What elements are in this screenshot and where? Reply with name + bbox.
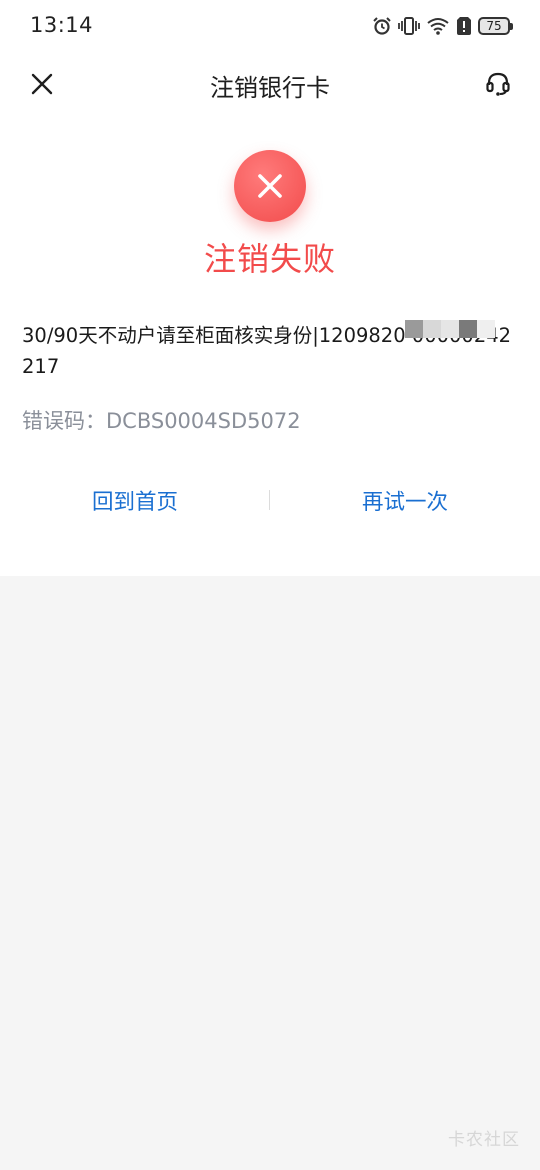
retry-button[interactable]: 再试一次	[270, 478, 540, 522]
customer-service-button[interactable]	[482, 68, 514, 100]
wifi-icon	[427, 18, 449, 35]
header: 注销银行卡	[0, 56, 540, 112]
back-home-button[interactable]: 回到首页	[0, 478, 270, 522]
alarm-icon	[373, 17, 391, 35]
watermark: 卡农社区	[448, 1130, 520, 1150]
page-title: 注销银行卡	[210, 74, 330, 102]
status-icons: 75	[372, 14, 513, 38]
error-code: 错误码：DCBS0004SD5072	[22, 409, 301, 433]
result-title: 注销失败	[203, 240, 336, 278]
fail-x-icon	[234, 150, 306, 222]
action-bar: 回到首页 再试一次	[0, 478, 540, 522]
alert-icon	[457, 17, 471, 35]
status-time: 13:14	[30, 13, 94, 37]
battery-icon: 75	[478, 17, 513, 35]
redacted-mosaic	[405, 320, 495, 338]
vibrate-icon	[398, 17, 420, 35]
status-bar: 13:14 75	[0, 0, 540, 52]
headset-icon	[486, 72, 510, 96]
